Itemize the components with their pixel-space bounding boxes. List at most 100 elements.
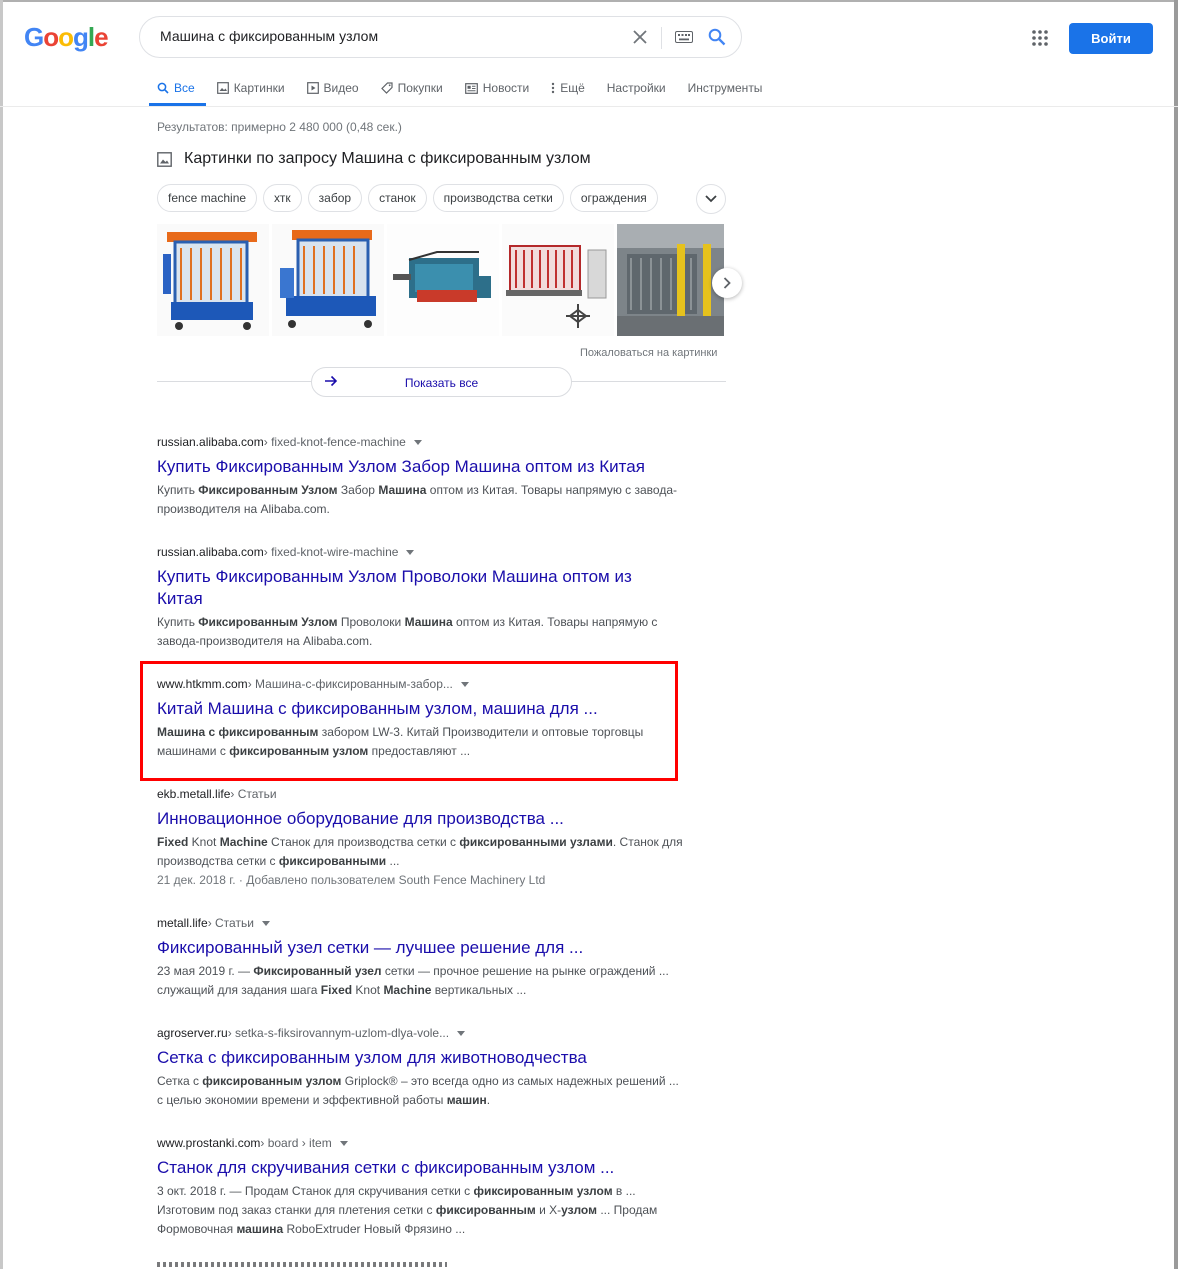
search-divider (661, 27, 662, 49)
caret-down-icon[interactable] (457, 1030, 466, 1036)
result-snippet: Fixed Knot Machine Станок для производст… (157, 835, 683, 868)
tab-videos[interactable]: Видео (306, 78, 359, 98)
window-frame-top (0, 0, 1178, 2)
chip[interactable]: забор (307, 184, 363, 212)
result-cite[interactable]: ekb.metall.life › Статьи (157, 786, 687, 802)
image-thumbnail[interactable] (272, 224, 384, 336)
search-result: www.prostanki.com › board › item Станок … (157, 1135, 687, 1239)
search-result: ekb.metall.life › Статьи Инновационное о… (157, 786, 687, 890)
show-all-label: Показать все (404, 376, 479, 390)
clear-icon[interactable] (629, 26, 651, 48)
result-cite[interactable]: agroserver.ru › setka-s-fiksirovannym-uz… (157, 1025, 687, 1041)
tab-tools[interactable]: Инструменты (688, 78, 763, 98)
search-result: agroserver.ru › setka-s-fiksirovannym-uz… (157, 1025, 687, 1110)
result-cite[interactable]: russian.alibaba.com › fixed-knot-wire-ma… (157, 544, 687, 560)
search-result: russian.alibaba.com › fixed-knot-wire-ma… (157, 544, 687, 651)
result-title[interactable]: Станок для скручивания сетки с фиксирова… (157, 1157, 687, 1179)
tab-more[interactable]: Ещё (551, 78, 585, 98)
search-result: russian.alibaba.com › fixed-knot-fence-m… (157, 434, 687, 519)
result-domain: metall.life (157, 916, 208, 930)
chip[interactable]: станок (368, 184, 427, 212)
google-logo[interactable]: Google (24, 22, 109, 53)
tag-icon (380, 82, 393, 94)
image-thumbnail[interactable] (157, 224, 269, 336)
result-title[interactable]: Инновационное оборудование для производс… (157, 808, 687, 830)
result-snippet: 23 мая 2019 г. — Фиксированный узел сетк… (157, 964, 669, 997)
chip[interactable]: fence machine (157, 184, 258, 212)
report-images-link[interactable]: Пожаловаться на картинки (580, 347, 717, 359)
news-icon (464, 82, 478, 94)
tab-shopping[interactable]: Покупки (380, 78, 443, 98)
result-snippet: 3 окт. 2018 г. — Продам Станок для скруч… (157, 1184, 658, 1236)
related-chips: fence machine хтк забор станок производс… (157, 184, 664, 212)
caret-down-icon[interactable] (261, 920, 270, 926)
result-domain: ekb.metall.life (157, 787, 231, 801)
caret-down-icon[interactable] (413, 439, 422, 445)
tab-all[interactable]: Все (157, 78, 195, 98)
result-title[interactable]: Купить Фиксированным Узлом Забор Машина … (157, 456, 687, 478)
chip[interactable]: производства сетки (432, 184, 564, 212)
result-snippet: Купить Фиксированным Узлом Забор Машина … (157, 483, 677, 516)
tab-label: Все (174, 81, 195, 95)
search-tabs: Все Картинки Видео Покупки Новости Ещё Н… (157, 78, 784, 106)
result-date: 21 дек. 2018 г. · Добавлено пользователе… (157, 873, 546, 887)
tab-label: Настройки (606, 81, 666, 95)
signin-button[interactable]: Войти (1069, 23, 1153, 54)
caret-down-icon[interactable] (339, 1140, 348, 1146)
image-thumbnail[interactable] (502, 224, 614, 336)
result-path: › Статьи (230, 787, 277, 801)
search-result: metall.life › Статьи Фиксированный узел … (157, 915, 687, 1000)
tab-images[interactable]: Картинки (216, 78, 285, 98)
image-thumbnail[interactable] (617, 224, 724, 336)
caret-down-icon[interactable] (406, 549, 415, 555)
chevron-down-icon[interactable] (696, 184, 726, 214)
apps-grid-icon[interactable] (1031, 29, 1049, 52)
result-path: › Статьи (207, 916, 254, 930)
cut-off-result (157, 1262, 447, 1267)
image-icon (157, 151, 172, 167)
more-vert-icon (551, 82, 555, 94)
result-domain: russian.alibaba.com (157, 545, 264, 559)
search-icon[interactable] (706, 26, 728, 48)
tab-label: Инструменты (687, 81, 763, 95)
result-domain: www.prostanki.com (157, 1136, 261, 1150)
header-divider (0, 106, 1178, 107)
image-thumbnails (157, 224, 724, 336)
chevron-right-icon[interactable] (712, 268, 742, 298)
result-domain: agroserver.ru (157, 1026, 228, 1040)
result-title[interactable]: Фиксированный узел сетки — лучшее решени… (157, 937, 687, 959)
image-icon (216, 82, 229, 94)
video-icon (306, 82, 319, 94)
chip[interactable]: хтк (263, 184, 302, 212)
keyboard-icon[interactable] (673, 26, 695, 48)
result-title[interactable]: Купить Фиксированным Узлом Проволоки Маш… (157, 566, 657, 610)
image-pack-title: Картинки по запросу Машина с фиксированн… (184, 150, 591, 167)
result-snippet: Купить Фиксированным Узлом Проволоки Маш… (157, 615, 658, 648)
tab-label: Видео (323, 81, 359, 95)
tab-settings[interactable]: Настройки (607, 78, 666, 98)
tab-label: Новости (482, 81, 530, 95)
chip[interactable]: ограждения (569, 184, 658, 212)
search-box (139, 16, 742, 58)
result-domain: russian.alibaba.com (157, 435, 264, 449)
window-frame-left (0, 0, 3, 1269)
result-stats: Результатов: примерно 2 480 000 (0,48 се… (157, 120, 402, 134)
window-frame-right (1174, 0, 1178, 1269)
search-icon (157, 82, 169, 94)
result-cite[interactable]: www.prostanki.com › board › item (157, 1135, 687, 1151)
tab-label: Покупки (397, 81, 443, 95)
result-cite[interactable]: metall.life › Статьи (157, 915, 687, 931)
tab-news[interactable]: Новости (464, 78, 530, 98)
highlight-box (140, 661, 678, 781)
tab-label: Картинки (233, 81, 285, 95)
result-snippet: Сетка с фиксированным узлом Griplock® – … (157, 1074, 679, 1107)
result-path: › board › item (260, 1136, 332, 1150)
show-all-button[interactable]: Показать все (311, 367, 572, 397)
result-path: › fixed-knot-fence-machine (263, 435, 406, 449)
result-title[interactable]: Сетка с фиксированным узлом для животнов… (157, 1047, 687, 1069)
search-input[interactable] (158, 27, 612, 45)
tab-label: Ещё (560, 81, 585, 95)
result-cite[interactable]: russian.alibaba.com › fixed-knot-fence-m… (157, 434, 687, 450)
image-thumbnail[interactable] (387, 224, 499, 336)
image-pack-heading[interactable]: Картинки по запросу Машина с фиксированн… (157, 150, 591, 168)
